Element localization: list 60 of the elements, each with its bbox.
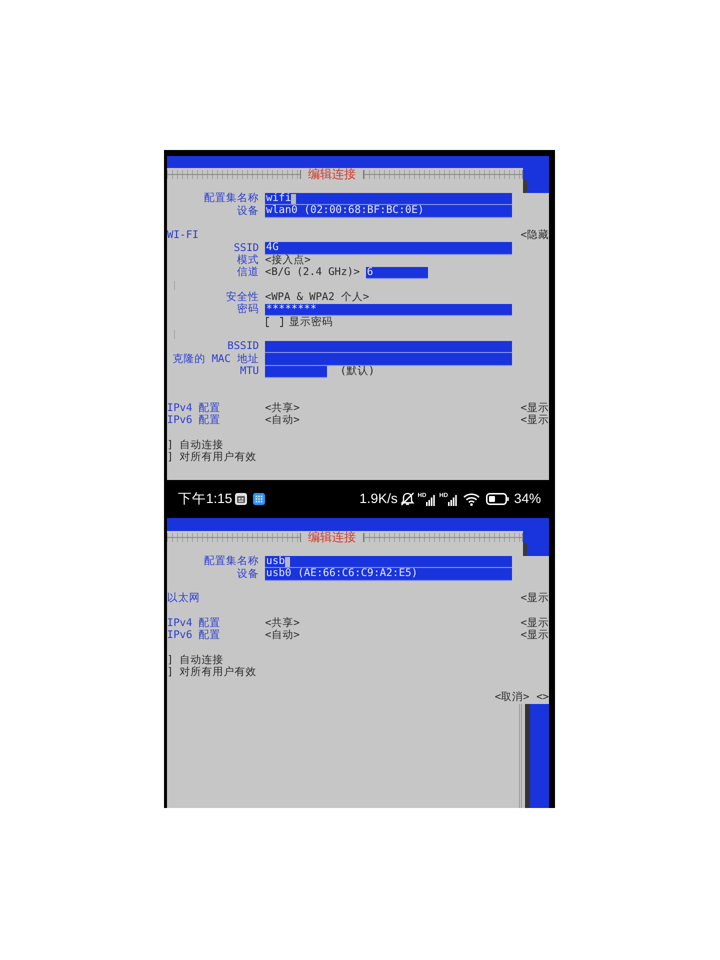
- section-heading: IPv4 配置: [167, 616, 221, 629]
- input-field[interactable]: [265, 366, 327, 378]
- dialog-button[interactable]: <>: [536, 690, 549, 706]
- dialog-title: 编辑连接: [307, 531, 357, 543]
- field-label: 配置集名称: [204, 191, 259, 206]
- input-field[interactable]: 6: [366, 266, 428, 280]
- field-label: SSID: [234, 240, 259, 254]
- text-cursor-icon: [291, 194, 296, 204]
- input-field[interactable]: ********: [265, 304, 512, 316]
- clock-time: 下午1:15: [178, 490, 232, 508]
- window-shadow: [523, 180, 527, 193]
- signal-icon: [448, 494, 457, 506]
- option-text: ] 对所有用户有效: [167, 450, 257, 466]
- wifi-icon: [462, 492, 480, 506]
- checkbox-label: 显示密码: [289, 314, 333, 330]
- window-shadow: [523, 543, 527, 556]
- field-label: 设备: [237, 566, 259, 582]
- field-label: 信道: [237, 265, 259, 280]
- dropdown-selector[interactable]: <B/G (2.4 GHz)>: [265, 265, 360, 282]
- option-text: ] 自动连接: [167, 438, 224, 451]
- app-grid-icon[interactable]: [253, 493, 266, 505]
- field-label: 配置集名称: [204, 554, 259, 568]
- dropdown-selector[interactable]: <自动>: [265, 628, 300, 644]
- input-field[interactable]: wifi: [265, 193, 512, 206]
- input-field[interactable]: [265, 353, 512, 366]
- input-field[interactable]: wlan0 (02:00:68:BF:BC:0E): [265, 205, 512, 218]
- section-heading: WI-FI: [167, 229, 199, 242]
- input-field[interactable]: usb0 (AE:66:C6:C9:A2:E5): [265, 568, 512, 581]
- network-speed: 1.9K/s: [359, 490, 398, 508]
- input-field[interactable]: [265, 340, 512, 354]
- signal-icon: [426, 494, 436, 506]
- section-heading: IPv6 配置: [167, 629, 221, 642]
- input-field[interactable]: 4G: [265, 242, 512, 255]
- field-label: BSSID: [227, 339, 259, 353]
- calendar-icon[interactable]: [235, 493, 248, 505]
- section-toggle[interactable]: <显示: [520, 628, 549, 644]
- section-toggle[interactable]: <隐藏: [520, 228, 549, 244]
- hint-text: (默认): [340, 364, 375, 379]
- bell-off-icon: [400, 492, 415, 506]
- section-toggle[interactable]: <显示: [520, 591, 549, 608]
- dropdown-selector[interactable]: <自动>: [265, 413, 300, 429]
- section-heading: 以太网: [167, 592, 200, 604]
- checkbox[interactable]: [266, 317, 283, 328]
- field-label: 模式: [237, 252, 259, 266]
- battery-percentage: 34%: [514, 490, 541, 508]
- text-cursor-icon: [284, 556, 290, 567]
- field-label: MTU: [240, 364, 259, 379]
- dialog-button[interactable]: <取消>: [494, 690, 530, 706]
- dialog-title: 编辑连接: [307, 168, 357, 180]
- option-text: ] 对所有用户有效: [167, 665, 257, 680]
- section-heading: IPv4 配置: [167, 402, 221, 414]
- field-label: 设备: [237, 204, 259, 219]
- field-label: 安全性: [226, 290, 259, 303]
- option-text: ] 自动连接: [167, 652, 224, 666]
- input-field[interactable]: usb: [265, 556, 512, 568]
- field-label: 克隆的 MAC 地址: [172, 352, 259, 366]
- section-toggle[interactable]: <显示: [520, 413, 549, 429]
- section-heading: IPv6 配置: [167, 414, 221, 426]
- battery-icon: [486, 493, 509, 505]
- field-label: 密码: [237, 302, 259, 318]
